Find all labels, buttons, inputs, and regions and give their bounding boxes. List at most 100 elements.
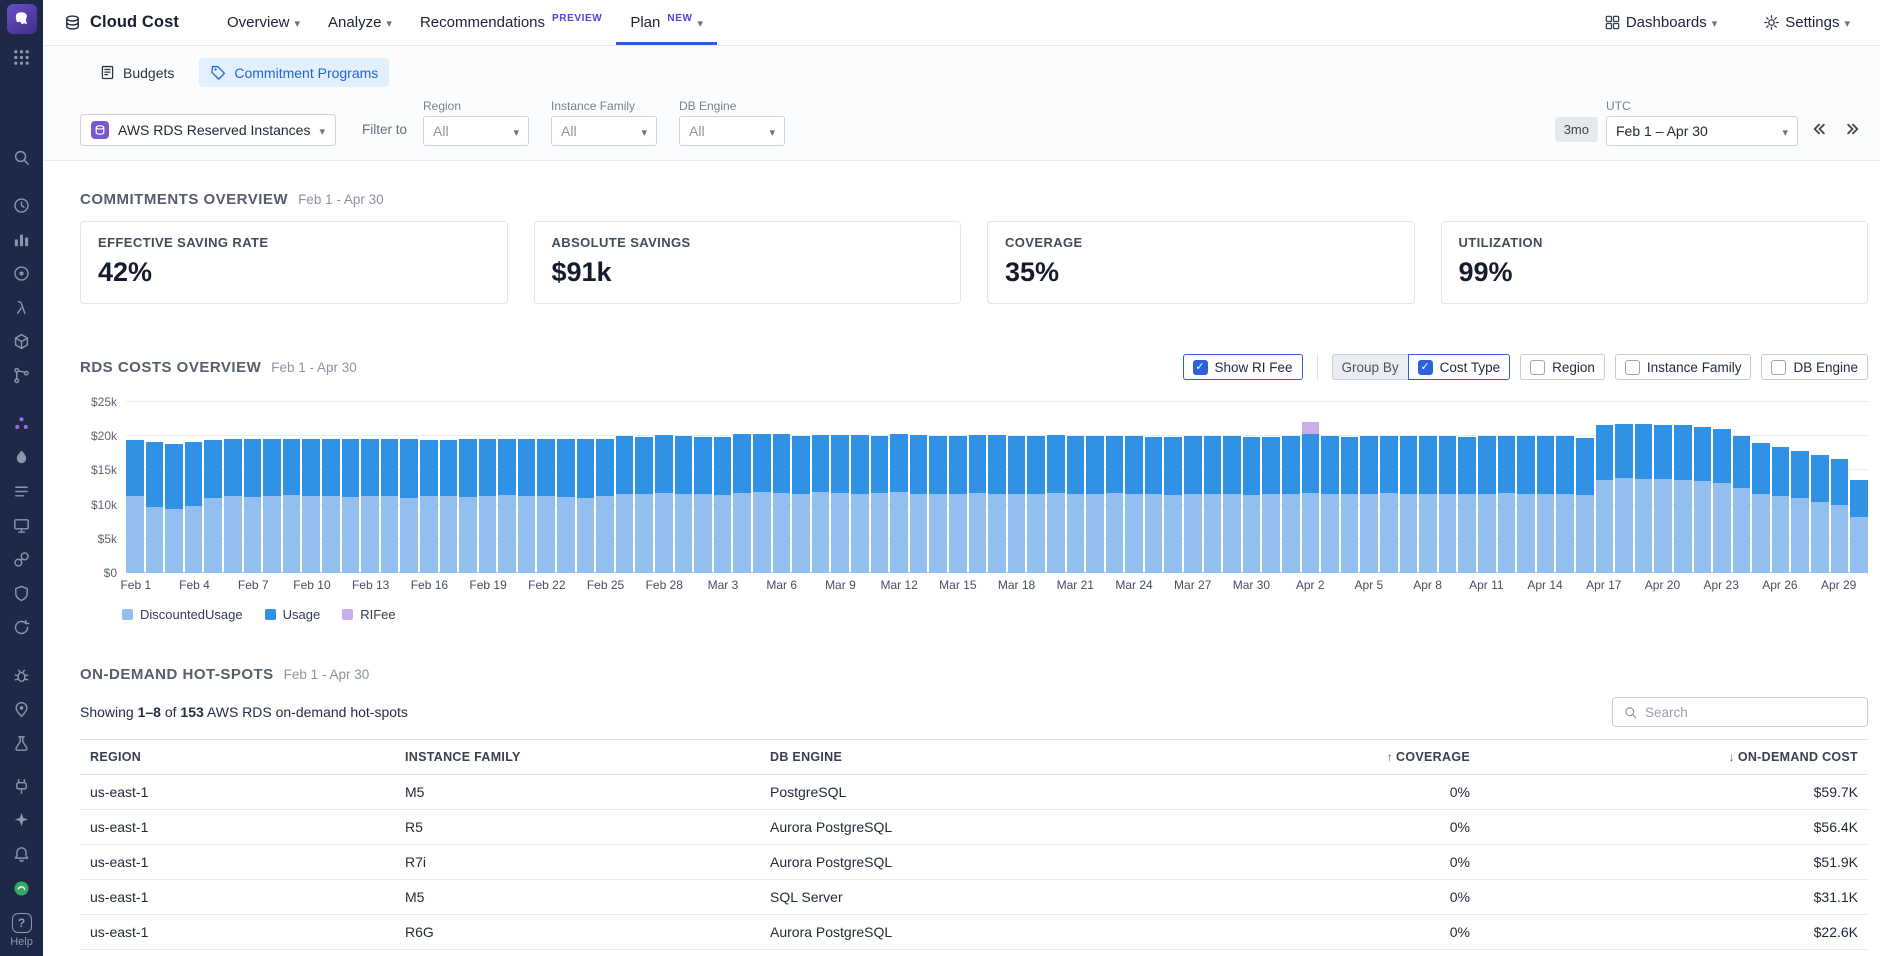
chart-bar[interactable]: [1321, 402, 1339, 573]
table-row[interactable]: us-east-1R5Aurora PostgreSQL0%$56.4K: [80, 810, 1868, 845]
chart-bar[interactable]: [1615, 402, 1633, 573]
scope-selector[interactable]: AWS RDS Reserved Instances ▾: [80, 114, 336, 146]
nav-analyze[interactable]: Analyze ▾: [314, 0, 406, 45]
table-row[interactable]: us-east-1R7iAurora PostgreSQL0%$51.9K: [80, 845, 1868, 880]
chart-bar[interactable]: [126, 402, 144, 573]
nav-plan[interactable]: Plan NEW ▾: [616, 0, 717, 45]
tab-budgets[interactable]: Budgets: [88, 58, 185, 87]
table-row[interactable]: us-east-2R5Aurora PostgreSQL0%$17.9K: [80, 950, 1868, 956]
chart-bar[interactable]: [1086, 402, 1104, 573]
chart-bar[interactable]: [675, 402, 693, 573]
chart-bar[interactable]: [342, 402, 360, 573]
legend-item[interactable]: DiscountedUsage: [122, 607, 243, 622]
chart-bar[interactable]: [420, 402, 438, 573]
table-row[interactable]: us-east-1M5PostgreSQL0%$59.7K: [80, 775, 1868, 810]
chart-bar[interactable]: [753, 402, 771, 573]
chart-bar[interactable]: [949, 402, 967, 573]
legend-item[interactable]: RIFee: [342, 607, 395, 622]
chart-bar[interactable]: [557, 402, 575, 573]
chart-bar[interactable]: [733, 402, 751, 573]
chart-bar[interactable]: [361, 402, 379, 573]
chart-bar[interactable]: [1223, 402, 1241, 573]
watchdog-icon[interactable]: [11, 262, 33, 284]
chart-bar[interactable]: [1752, 402, 1770, 573]
search-input[interactable]: [1645, 705, 1857, 720]
software-catalog-icon[interactable]: [11, 514, 33, 536]
chart-bar[interactable]: [929, 402, 947, 573]
date-range-selector[interactable]: UTC Feb 1 – Apr 30▾: [1606, 99, 1798, 146]
chart-bar[interactable]: [1537, 402, 1555, 573]
chart-bar[interactable]: [263, 402, 281, 573]
chart-bar[interactable]: [1419, 402, 1437, 573]
error-tracking-icon[interactable]: [11, 664, 33, 686]
chart-bar[interactable]: [792, 402, 810, 573]
chart-bar[interactable]: [1302, 402, 1320, 573]
show-ri-fee-toggle[interactable]: Show RI Fee: [1183, 354, 1303, 380]
chart-bar[interactable]: [635, 402, 653, 573]
chart-bar[interactable]: [596, 402, 614, 573]
organization-avatar[interactable]: [11, 877, 33, 899]
instance-family-filter[interactable]: Instance Family All▾: [551, 99, 657, 146]
chart-bar[interactable]: [1282, 402, 1300, 573]
nav-overview[interactable]: Overview ▾: [213, 0, 314, 45]
chart-bar[interactable]: [1556, 402, 1574, 573]
tab-commitment-programs[interactable]: Commitment Programs: [199, 58, 389, 87]
chart-bar[interactable]: [1047, 402, 1065, 573]
history-icon[interactable]: [11, 194, 33, 216]
chart-bar[interactable]: [518, 402, 536, 573]
notifications-icon[interactable]: [11, 843, 33, 865]
plugins-icon[interactable]: [11, 775, 33, 797]
chart-bar[interactable]: [910, 402, 928, 573]
chart-bar[interactable]: [871, 402, 889, 573]
chart-bar[interactable]: [146, 402, 164, 573]
chart-bar[interactable]: [1733, 402, 1751, 573]
table-row[interactable]: us-east-1R6GAurora PostgreSQL0%$22.6K: [80, 915, 1868, 950]
db-engine-filter[interactable]: DB Engine All▾: [679, 99, 785, 146]
chart-bar[interactable]: [498, 402, 516, 573]
chart-bar[interactable]: [283, 402, 301, 573]
dashboards-menu[interactable]: Dashboards ▾: [1590, 0, 1731, 45]
chart-bar[interactable]: [969, 402, 987, 573]
chart-bar[interactable]: [831, 402, 849, 573]
group-by-region[interactable]: Region: [1520, 354, 1605, 380]
chart-bar[interactable]: [851, 402, 869, 573]
help-button[interactable]: ? Help: [10, 913, 33, 956]
chart-bar[interactable]: [322, 402, 340, 573]
chart-bar[interactable]: [1635, 402, 1653, 573]
chart-bar[interactable]: [1400, 402, 1418, 573]
nav-recommendations[interactable]: Recommendations PREVIEW: [406, 0, 616, 45]
chart-bar[interactable]: [459, 402, 477, 573]
ai-assistant-icon[interactable]: [11, 809, 33, 831]
chart-bar[interactable]: [1674, 402, 1692, 573]
chart-bar[interactable]: [694, 402, 712, 573]
chart-bar[interactable]: [890, 402, 908, 573]
workflows-icon[interactable]: [11, 616, 33, 638]
chart-bar[interactable]: [537, 402, 555, 573]
apps-grid-icon[interactable]: [11, 46, 33, 68]
chart-bar[interactable]: [1478, 402, 1496, 573]
chart-bar[interactable]: [1576, 402, 1594, 573]
chart-bar[interactable]: [577, 402, 595, 573]
chart-bar[interactable]: [1831, 402, 1849, 573]
chart-bar[interactable]: [616, 402, 634, 573]
chart-bar[interactable]: [1694, 402, 1712, 573]
chart-bar[interactable]: [302, 402, 320, 573]
table-row[interactable]: us-east-1M5SQL Server0%$31.1K: [80, 880, 1868, 915]
chart-bar[interactable]: [244, 402, 262, 573]
column-header-db-engine[interactable]: DB ENGINE: [760, 740, 1190, 775]
chart-bar[interactable]: [1106, 402, 1124, 573]
column-header-coverage[interactable]: ↑COVERAGE: [1190, 740, 1480, 775]
chart-bar[interactable]: [655, 402, 673, 573]
chart-bar[interactable]: [204, 402, 222, 573]
column-header-on-demand-cost[interactable]: ↓ON-DEMAND COST: [1480, 740, 1868, 775]
period-back-button[interactable]: [1806, 116, 1832, 142]
chart-bar[interactable]: [400, 402, 418, 573]
search-icon[interactable]: [11, 146, 33, 168]
group-by-instance-family[interactable]: Instance Family: [1615, 354, 1752, 380]
serverless-icon[interactable]: [11, 296, 33, 318]
chart-bar[interactable]: [1791, 402, 1809, 573]
chart-bar[interactable]: [1262, 402, 1280, 573]
chart-bar[interactable]: [1204, 402, 1222, 573]
chart-bar[interactable]: [1184, 402, 1202, 573]
chart-bar[interactable]: [1008, 402, 1026, 573]
